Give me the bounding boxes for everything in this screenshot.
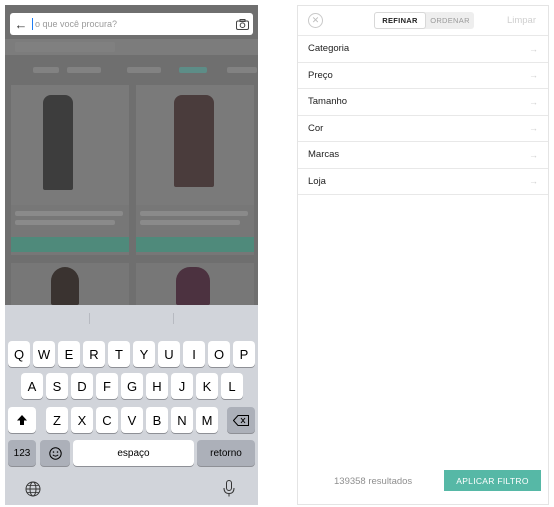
key-c[interactable]: C xyxy=(96,407,118,433)
filter-item-tamanho[interactable]: Tamanho → xyxy=(298,89,548,116)
arrow-right-icon: → xyxy=(529,70,538,81)
filter-list: Categoria → Preço → Tamanho → Cor → Marc… xyxy=(298,35,548,195)
filter-item-cor[interactable]: Cor → xyxy=(298,116,548,142)
key-p[interactable]: P xyxy=(233,341,255,367)
background-product-card xyxy=(136,263,254,305)
key-x[interactable]: X xyxy=(71,407,93,433)
filter-item-preco[interactable]: Preço → xyxy=(298,63,548,89)
key-g[interactable]: G xyxy=(121,373,143,399)
key-l[interactable]: L xyxy=(221,373,243,399)
text-cursor xyxy=(32,18,33,30)
filter-item-label: Marcas xyxy=(308,149,340,161)
key-t[interactable]: T xyxy=(108,341,130,367)
close-icon[interactable]: ✕ xyxy=(308,13,323,28)
background-location-bar xyxy=(5,39,258,55)
key-y[interactable]: Y xyxy=(133,341,155,367)
key-m[interactable]: M xyxy=(196,407,218,433)
arrow-right-icon: → xyxy=(529,123,538,134)
suggestion-slot[interactable] xyxy=(173,313,258,324)
key-j[interactable]: J xyxy=(171,373,193,399)
suggestion-slot[interactable] xyxy=(5,305,89,332)
filter-item-label: Tamanho xyxy=(308,96,348,108)
clear-button[interactable]: Limpar xyxy=(507,15,536,26)
key-s[interactable]: S xyxy=(46,373,68,399)
key-e[interactable]: E xyxy=(58,341,80,367)
key-h[interactable]: H xyxy=(146,373,168,399)
suggestion-bar xyxy=(5,305,258,332)
backspace-icon[interactable] xyxy=(227,407,255,433)
filter-tab-switch: REFINAR ORDENAR xyxy=(374,12,474,29)
key-o[interactable]: O xyxy=(208,341,230,367)
background-product-card xyxy=(136,85,254,255)
apply-filter-button[interactable]: APLICAR FILTRO xyxy=(444,470,541,491)
return-key[interactable]: retorno xyxy=(197,440,255,466)
arrow-right-icon: → xyxy=(529,176,538,187)
microphone-icon[interactable] xyxy=(223,480,235,502)
key-b[interactable]: B xyxy=(146,407,168,433)
emoji-icon[interactable] xyxy=(40,440,70,466)
key-q[interactable]: Q xyxy=(8,341,30,367)
tab-refinar[interactable]: REFINAR xyxy=(374,12,426,29)
key-u[interactable]: U xyxy=(158,341,180,367)
filter-item-marcas[interactable]: Marcas → xyxy=(298,142,548,169)
key-v[interactable]: V xyxy=(121,407,143,433)
arrow-right-icon: → xyxy=(529,43,538,54)
results-count: 139358 resultados xyxy=(334,476,413,487)
keyboard: Q W E R T Y U I O P A S D F G H J K L Z … xyxy=(5,305,258,505)
shift-icon[interactable] xyxy=(8,407,36,433)
key-w[interactable]: W xyxy=(33,341,55,367)
filter-item-label: Categoria xyxy=(308,43,350,55)
arrow-right-icon: → xyxy=(529,96,538,107)
camera-icon[interactable] xyxy=(231,18,253,30)
arrow-left-icon[interactable]: ← xyxy=(10,17,32,32)
key-a[interactable]: A xyxy=(21,373,43,399)
background-product-card xyxy=(11,263,129,305)
key-f[interactable]: F xyxy=(96,373,118,399)
suggestion-slot[interactable] xyxy=(88,313,174,324)
filter-header: ✕ REFINAR ORDENAR Limpar xyxy=(298,6,548,35)
search-input[interactable]: o que você procura? xyxy=(35,19,231,29)
arrow-right-icon: → xyxy=(529,149,538,160)
search-screen: ← o que você procura? Q W E R T Y U I O … xyxy=(5,5,258,505)
key-k[interactable]: K xyxy=(196,373,218,399)
filter-screen: ✕ REFINAR ORDENAR Limpar Categoria → Pre… xyxy=(297,5,549,505)
space-key[interactable]: espaço xyxy=(73,440,194,466)
key-z[interactable]: Z xyxy=(46,407,68,433)
background-product-card xyxy=(11,85,129,255)
background-category-tabs xyxy=(5,67,258,81)
filter-item-label: Loja xyxy=(308,175,326,187)
search-bar[interactable]: ← o que você procura? xyxy=(10,13,253,35)
filter-item-label: Cor xyxy=(308,122,324,134)
key-r[interactable]: R xyxy=(83,341,105,367)
globe-icon[interactable] xyxy=(25,481,41,502)
filter-item-label: Preço xyxy=(308,69,333,81)
numbers-key[interactable]: 123 xyxy=(8,440,36,466)
filter-item-loja[interactable]: Loja → xyxy=(298,169,548,195)
filter-item-categoria[interactable]: Categoria → xyxy=(298,36,548,63)
key-d[interactable]: D xyxy=(71,373,93,399)
key-i[interactable]: I xyxy=(183,341,205,367)
key-n[interactable]: N xyxy=(171,407,193,433)
tab-ordenar[interactable]: ORDENAR xyxy=(426,12,474,29)
